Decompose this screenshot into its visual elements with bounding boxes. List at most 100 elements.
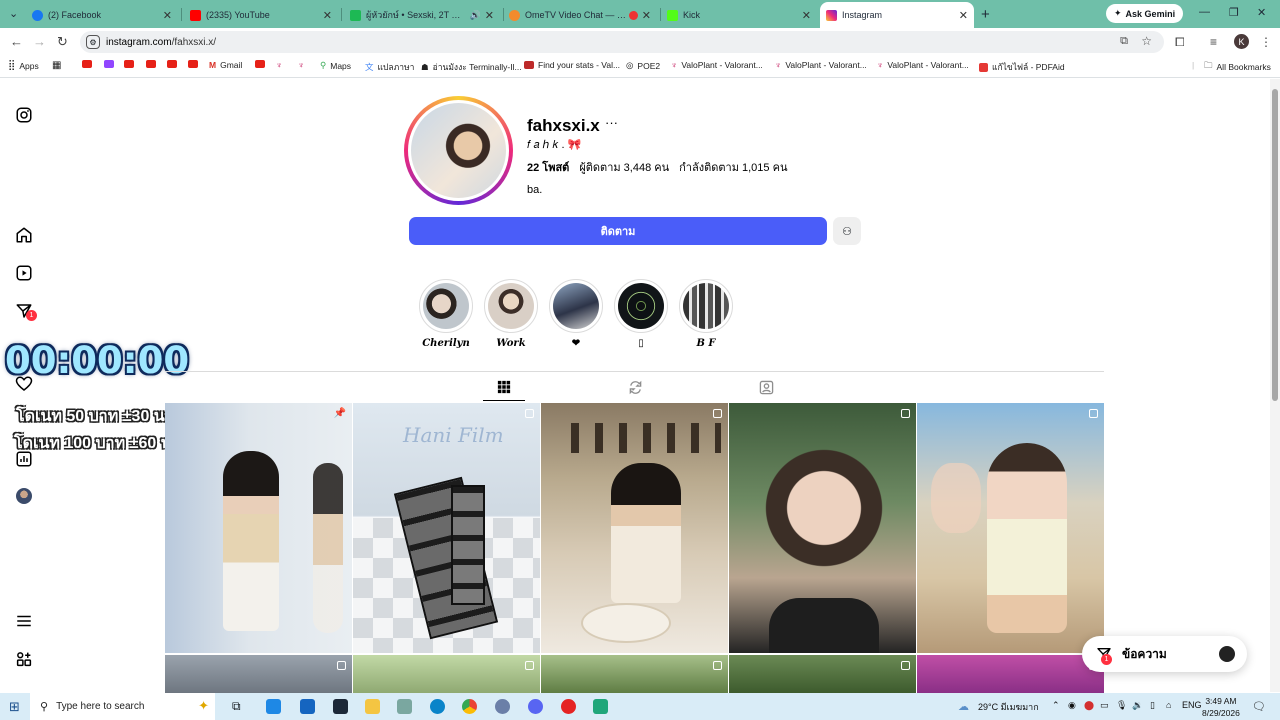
post-thumbnail[interactable]: Hani Film	[353, 403, 540, 653]
highlight-work[interactable]: Work	[484, 279, 538, 349]
highlight-heart[interactable]: ❤	[549, 279, 603, 349]
bookmark-translate[interactable]: 文 แปลภาษา	[365, 60, 414, 74]
profile-avatar[interactable]: K	[1234, 34, 1249, 49]
store-icon[interactable]	[300, 699, 315, 714]
language-indicator[interactable]: ENG	[1182, 700, 1202, 710]
post-thumbnail[interactable]	[353, 655, 540, 693]
close-icon[interactable]: ✕	[802, 9, 811, 22]
clock[interactable]: 3:49 AM 8/29/2026	[1202, 695, 1240, 719]
follow-button[interactable]: ติดตาม	[409, 217, 827, 245]
profile-avatar-icon[interactable]	[15, 487, 33, 505]
app-icon[interactable]	[495, 699, 510, 714]
restore-button[interactable]: ❐	[1229, 6, 1239, 19]
site-info-icon[interactable]: ⚙	[86, 35, 100, 49]
task-view-icon[interactable]: ⧉	[232, 699, 247, 714]
tab-posts-grid[interactable]	[496, 379, 512, 395]
bookmark-youtube[interactable]	[188, 60, 198, 68]
bookmark-youtube[interactable]	[167, 60, 177, 68]
bookmark-maps[interactable]: ⚲ Maps	[320, 60, 351, 71]
steam-icon[interactable]	[333, 699, 348, 714]
bookmark-grid[interactable]: ▦	[52, 60, 61, 71]
post-thumbnail[interactable]	[917, 655, 1104, 693]
microphone-icon[interactable]: 🎙	[1116, 700, 1127, 711]
tab-ometv[interactable]: OmeTV Video Chat — Omo ✕	[503, 4, 657, 26]
reels-icon[interactable]	[15, 264, 33, 282]
profile-picture[interactable]	[408, 100, 509, 201]
close-window-button[interactable]: ✕	[1257, 6, 1266, 19]
bookmark-valoplant-1[interactable]: ♆ ValoPlant - Valorant...	[671, 60, 763, 70]
forward-button[interactable]: →	[33, 34, 46, 49]
bookmark-poe2[interactable]: ◎ POE2	[626, 60, 660, 71]
apps-icon[interactable]	[15, 650, 33, 668]
menu-icon[interactable]: ⋮	[1260, 35, 1272, 49]
reload-button[interactable]: ↻	[57, 34, 68, 50]
app-icon[interactable]	[593, 699, 608, 714]
bookmark-twitch[interactable]	[104, 60, 114, 68]
app-icon[interactable]	[397, 699, 412, 714]
chevron-up-icon[interactable]: ⌃	[1052, 700, 1060, 711]
outlook-icon[interactable]	[266, 699, 281, 714]
edge-icon[interactable]	[430, 699, 445, 714]
close-icon[interactable]: ✕	[323, 9, 332, 22]
windows-start-icon[interactable]: ⊞	[9, 699, 20, 715]
post-thumbnail[interactable]: 📌	[165, 403, 352, 653]
bookmark-valoplant-3[interactable]: ♆ ValoPlant - Valorant...	[877, 60, 969, 70]
bookmark-pdfaid[interactable]: แก้ไขไฟล์ - PDFAid	[979, 60, 1065, 74]
more-options-button[interactable]: ···	[605, 115, 618, 130]
instagram-logo-icon[interactable]	[15, 106, 33, 124]
suggested-accounts-button[interactable]: ⚇	[833, 217, 861, 245]
post-thumbnail[interactable]	[541, 655, 728, 693]
bookmark-apps[interactable]: ⣿ Apps	[8, 60, 39, 71]
chrome-icon[interactable]	[462, 699, 477, 714]
tab-instagram[interactable]: Instagram ✕	[820, 2, 974, 28]
back-button[interactable]: ←	[10, 34, 23, 49]
highlight-cherilyn[interactable]: Cherilyn	[419, 279, 473, 349]
highlight-bf[interactable]: B F	[679, 279, 733, 349]
post-thumbnail[interactable]	[729, 655, 916, 693]
home-icon[interactable]	[15, 226, 33, 244]
extensions-icon[interactable]: ⧠	[1175, 35, 1185, 50]
battery-icon[interactable]: ▯	[1150, 700, 1155, 711]
close-icon[interactable]: ✕	[642, 9, 651, 22]
tray-app-icon[interactable]: ◉	[1068, 700, 1076, 711]
taskbar-search[interactable]: ⚲ Type here to search ✦	[30, 693, 215, 720]
page-scrollbar[interactable]	[1270, 79, 1280, 692]
all-bookmarks[interactable]: 🗀 All Bookmarks	[1204, 60, 1271, 74]
notification-center-icon[interactable]: 🗨	[1252, 700, 1266, 713]
bookmark-valorant[interactable]: ♆	[298, 60, 304, 70]
tray-app-icon[interactable]: ⬤	[1084, 700, 1094, 711]
close-icon[interactable]: ✕	[163, 9, 172, 22]
close-icon[interactable]: ✕	[959, 9, 968, 22]
new-tab-button[interactable]: +	[981, 6, 990, 23]
install-app-icon[interactable]: ⧉	[1120, 35, 1128, 48]
tab-facebook[interactable]: (2) Facebook ✕	[26, 4, 178, 26]
bookmark-youtube[interactable]	[146, 60, 156, 68]
volume-icon[interactable]: 🔉	[1132, 700, 1143, 711]
bookmark-youtube[interactable]	[82, 60, 92, 68]
scrollbar-thumb[interactable]	[1272, 89, 1278, 401]
post-thumbnail[interactable]	[729, 403, 916, 653]
network-icon[interactable]: ⌂	[1166, 700, 1171, 710]
tab-kick[interactable]: Kick ✕	[661, 4, 817, 26]
star-icon[interactable]: ☆	[1141, 34, 1152, 48]
bookmark-find-stats[interactable]: Find your stats - Val...	[524, 60, 620, 70]
weather-text[interactable]: 29°C มีเมฆมาก	[978, 700, 1039, 714]
bookmark-terminally[interactable]: ☗ อ่านมังงะ Terminally-Il...	[421, 60, 522, 74]
minimize-button[interactable]: —	[1199, 6, 1210, 18]
post-thumbnail[interactable]	[917, 403, 1104, 653]
media-icon[interactable]: ≡	[1210, 35, 1217, 49]
highlight-wheel[interactable]: ▯	[614, 279, 668, 349]
tab-spotify[interactable]: ผู้หัวยักษ์ • Sexski, 2T FLOW 🔊 ✕	[344, 4, 500, 26]
tray-app-icon[interactable]: ▭	[1100, 700, 1109, 711]
address-bar[interactable]: ⚙ instagram.com/fahxsxi.x/ ⧉ ☆	[80, 31, 1164, 53]
following-count[interactable]: กำลังติดตาม 1,015 คน	[679, 158, 787, 176]
bookmark-youtube[interactable]	[124, 60, 134, 68]
tab-youtube[interactable]: (2335) YouTube ✕	[184, 4, 338, 26]
app-icon[interactable]	[561, 699, 576, 714]
speaker-icon[interactable]: 🔊	[470, 10, 481, 21]
bookmark-valoplant-2[interactable]: ♆ ValoPlant - Valorant...	[775, 60, 867, 70]
hamburger-menu-icon[interactable]	[15, 612, 33, 630]
bookmark-gmail[interactable]: M Gmail	[209, 60, 242, 70]
close-icon[interactable]: ✕	[485, 9, 494, 22]
bookmark-youtube[interactable]	[255, 60, 265, 68]
